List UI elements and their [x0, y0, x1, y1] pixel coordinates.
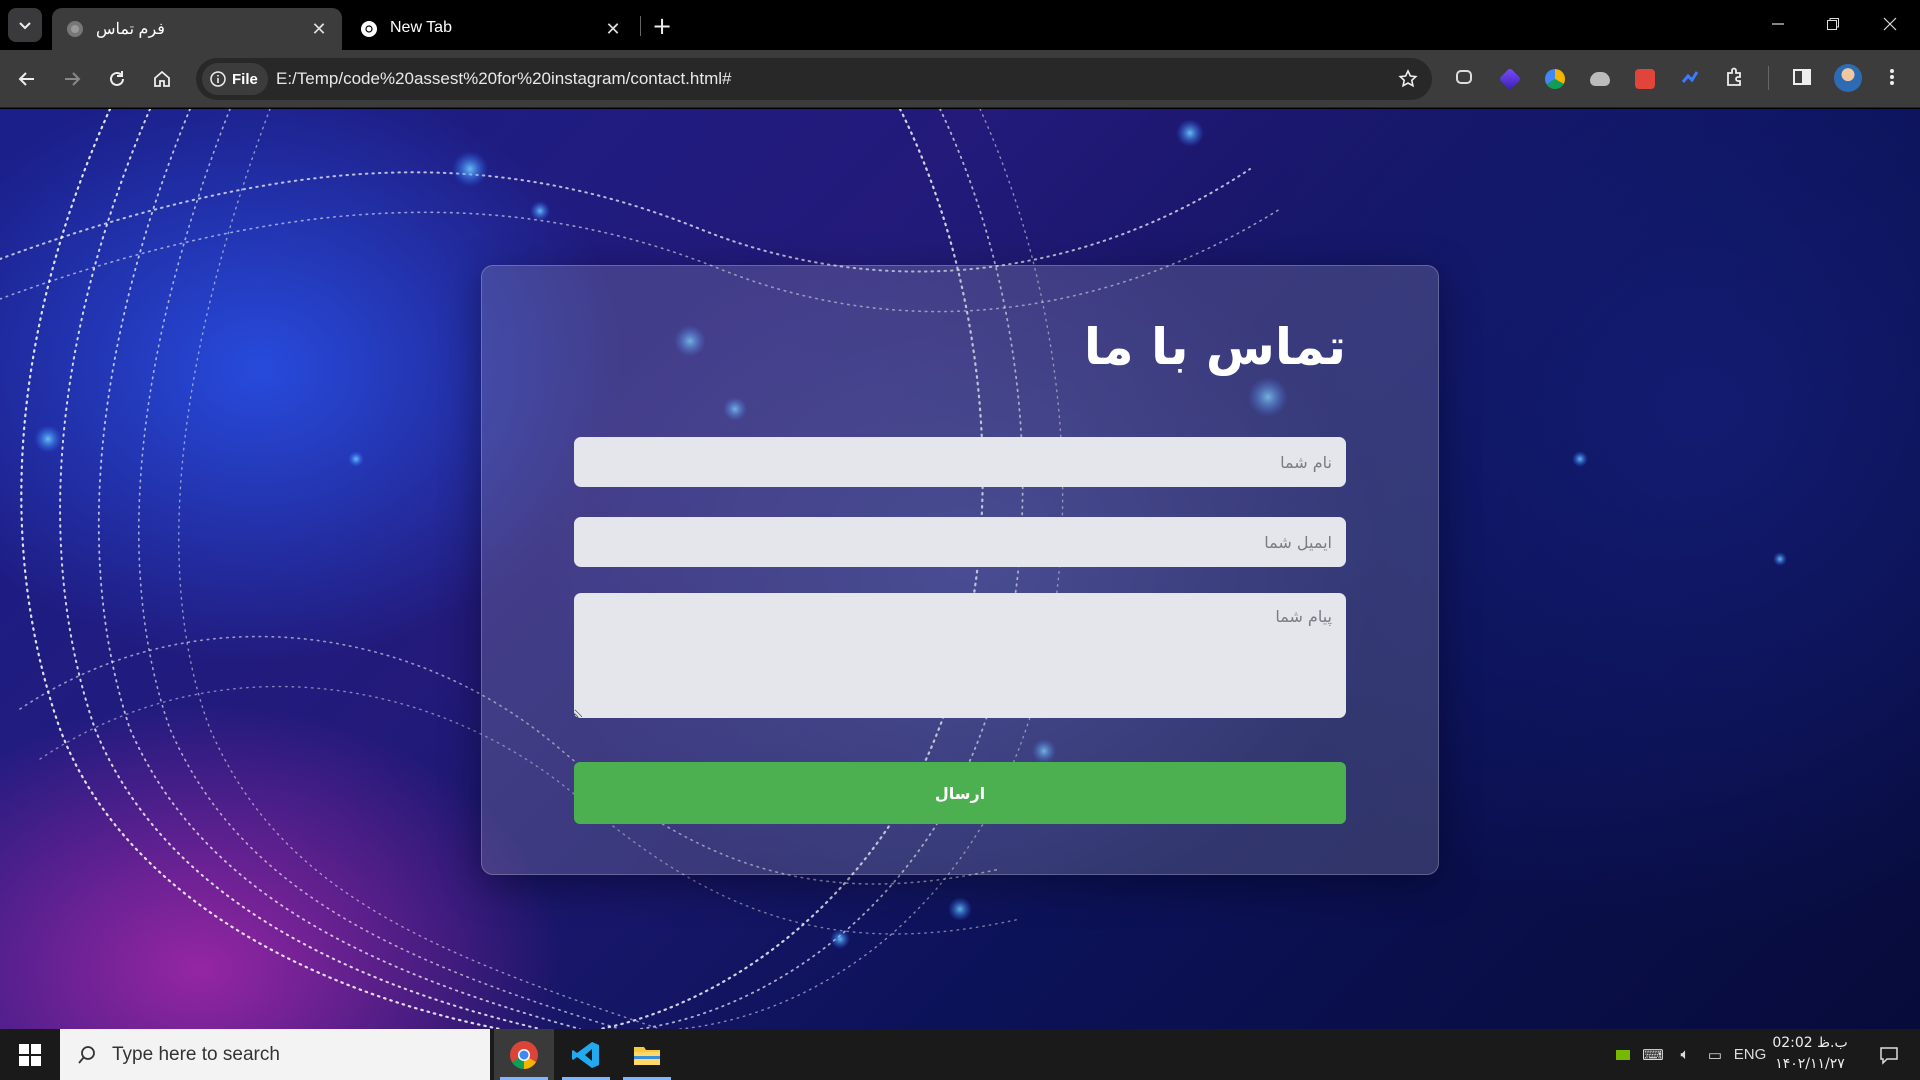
cloud-icon: [1590, 72, 1610, 86]
tab-contact-form[interactable]: فرم تماس ✕: [52, 8, 342, 50]
clock-date: ۱۴۰۲/۱۱/۲۷: [1775, 1056, 1845, 1072]
google-drive-icon: [1545, 69, 1565, 89]
clock-time: 02:02 ب.ظ: [1772, 1035, 1848, 1051]
extension-cloud[interactable]: [1584, 63, 1616, 95]
side-panel-button[interactable]: [1786, 63, 1818, 95]
restore-icon: [1827, 18, 1839, 30]
extension-blue-arrow[interactable]: [1674, 63, 1706, 95]
name-input[interactable]: [574, 437, 1346, 487]
restore-button[interactable]: [1809, 6, 1857, 42]
monitor-icon: ▭: [1707, 1046, 1723, 1064]
speaker-icon: 🔈︎: [1680, 1046, 1690, 1063]
copilot-icon: [1454, 67, 1474, 91]
info-icon: [210, 71, 226, 87]
extensions-menu-button[interactable]: [1719, 63, 1751, 95]
arrow-right-icon: [65, 72, 81, 86]
page-viewport: تماس با ما ارسال: [0, 109, 1920, 1029]
taskbar-app-chrome[interactable]: [494, 1029, 554, 1080]
tab-strip: فرم تماس ✕ New Tab ✕ +: [0, 0, 1920, 50]
vscode-icon: [572, 1041, 599, 1068]
minimize-button[interactable]: [1754, 6, 1802, 42]
search-icon: [78, 1045, 95, 1064]
submit-button[interactable]: ارسال: [574, 762, 1346, 824]
arrow-left-icon: [18, 72, 34, 86]
new-tab-button[interactable]: +: [648, 12, 676, 40]
side-panel-icon: [1792, 67, 1812, 91]
avatar[interactable]: [1834, 64, 1862, 92]
back-button[interactable]: [10, 62, 44, 96]
home-button[interactable]: [145, 62, 179, 96]
star-icon: [1398, 69, 1418, 88]
start-button[interactable]: [0, 1029, 60, 1080]
home-icon: [154, 70, 170, 87]
tab-close-button[interactable]: ✕: [308, 18, 330, 40]
nvidia-tray-icon[interactable]: [1610, 1029, 1636, 1080]
network-tray-icon[interactable]: ⌨: [1638, 1029, 1668, 1080]
browser-toolbar: File E:/Temp/code%20assest%20for%20insta…: [0, 50, 1920, 108]
more-vertical-icon: [1889, 67, 1895, 91]
system-clock[interactable]: 02:02 ب.ظ ۱۴۰۲/۱۱/۲۷: [1770, 1033, 1850, 1075]
tab-divider: [640, 16, 641, 36]
file-explorer-icon: [634, 1046, 660, 1065]
taskbar-app-file-explorer[interactable]: [617, 1029, 677, 1080]
windows-taskbar: Type here to search ⌨ 🔈︎ ▭ ENG 02:02 ب.ظ…: [0, 1029, 1920, 1080]
email-input[interactable]: [574, 517, 1346, 567]
nvidia-icon: [1616, 1049, 1630, 1060]
volume-tray-icon[interactable]: 🔈︎: [1670, 1029, 1700, 1080]
chrome-icon: [361, 21, 377, 37]
page-title: تماس با ما: [1083, 318, 1346, 376]
display-tray-icon[interactable]: ▭: [1700, 1029, 1730, 1080]
reload-button[interactable]: [100, 62, 134, 96]
notification-icon: [1880, 1046, 1898, 1065]
address-bar[interactable]: File E:/Temp/code%20assest%20for%20insta…: [196, 58, 1432, 100]
reload-icon: [110, 71, 124, 86]
purple-cube-icon: [1498, 67, 1522, 91]
tab-new-tab[interactable]: New Tab ✕: [346, 8, 636, 50]
bookmark-button[interactable]: [1394, 65, 1422, 93]
contact-form-card: تماس با ما ارسال: [481, 265, 1439, 875]
tab-close-button[interactable]: ✕: [602, 18, 624, 40]
site-info-chip[interactable]: File: [202, 63, 268, 95]
globe-icon: [67, 21, 83, 37]
close-window-button[interactable]: [1866, 6, 1914, 42]
taskbar-app-vscode[interactable]: [556, 1029, 616, 1080]
red-stack-icon: [1635, 69, 1655, 89]
blue-arrow-icon: [1680, 67, 1700, 91]
tab-title: New Tab: [390, 19, 452, 36]
chrome-icon: [510, 1040, 538, 1069]
windows-logo-icon: [19, 1043, 41, 1066]
notification-center-button[interactable]: [1866, 1029, 1912, 1080]
site-info-label: File: [232, 70, 258, 88]
minimize-icon: [1772, 23, 1784, 25]
extension-copilot[interactable]: [1448, 63, 1480, 95]
network-icon: ⌨: [1642, 1046, 1664, 1064]
tab-title: فرم تماس: [96, 21, 165, 38]
url-text[interactable]: E:/Temp/code%20assest%20for%20instagram/…: [276, 69, 731, 89]
taskbar-search-box[interactable]: Type here to search: [60, 1029, 490, 1080]
extension-google-drive[interactable]: [1539, 63, 1571, 95]
extension-red-stack[interactable]: [1629, 63, 1661, 95]
forward-button[interactable]: [55, 62, 89, 96]
tab-search-button[interactable]: [8, 8, 42, 42]
close-icon: [1883, 17, 1897, 31]
chevron-down-icon: [19, 22, 31, 30]
extension-purple-cube[interactable]: [1494, 63, 1526, 95]
search-placeholder: Type here to search: [112, 1043, 280, 1065]
browser-menu-button[interactable]: [1876, 63, 1908, 95]
language-indicator[interactable]: ENG: [1730, 1029, 1770, 1080]
toolbar-divider: [1768, 66, 1769, 90]
message-textarea[interactable]: [574, 593, 1346, 718]
puzzle-icon: [1724, 66, 1746, 92]
